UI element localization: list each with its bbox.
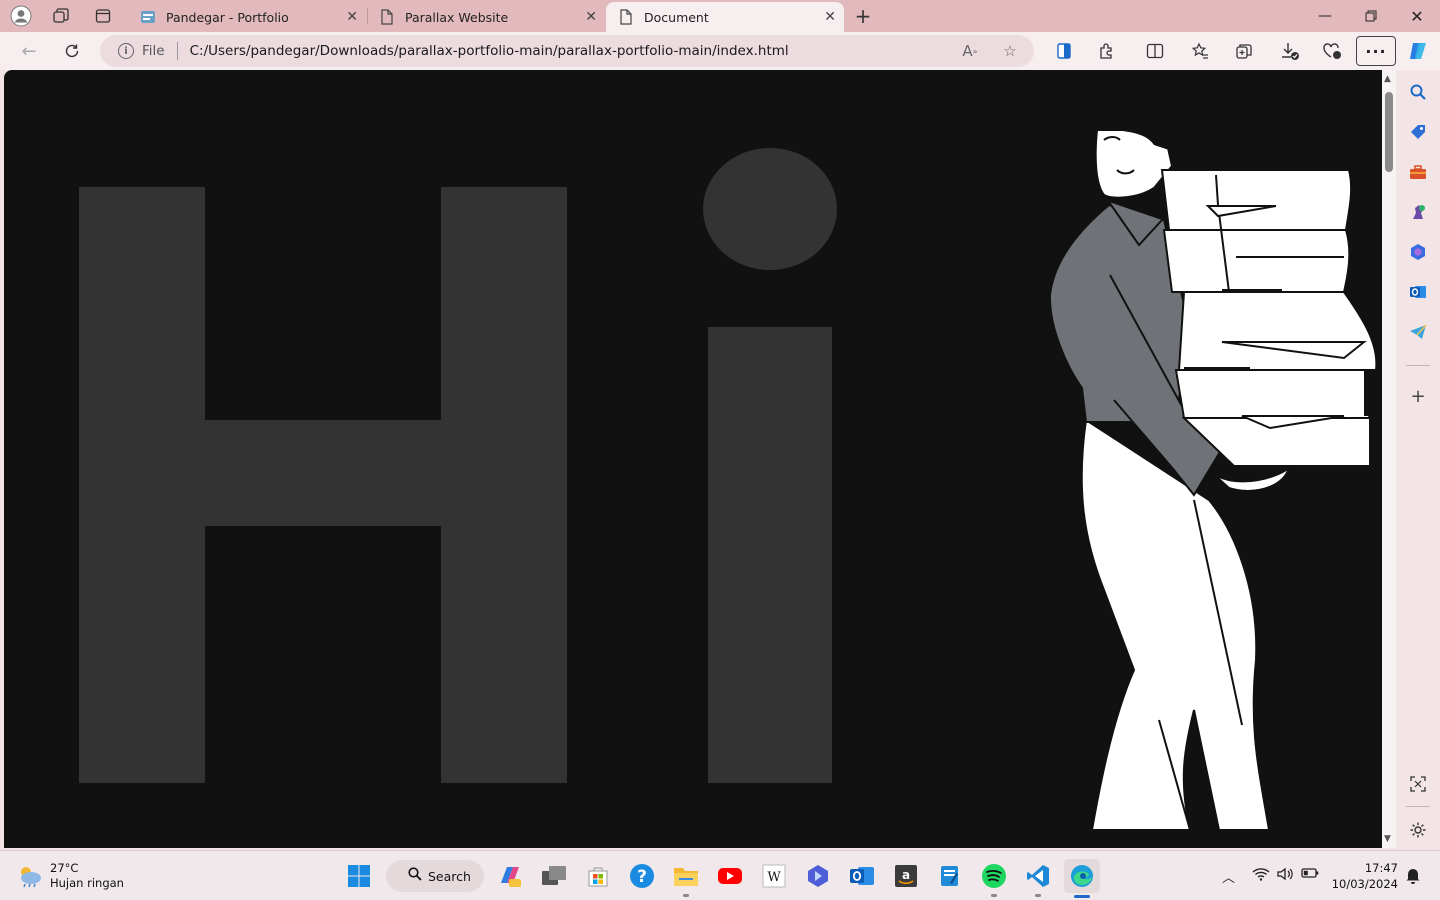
workspaces-icon[interactable]: [46, 2, 76, 30]
hero-graphic: [79, 85, 1382, 831]
vertical-tabs-icon[interactable]: [88, 2, 118, 30]
url-text[interactable]: C:/Users/pandegar/Downloads/parallax-por…: [190, 43, 789, 59]
clock-time: 17:47: [1364, 861, 1398, 875]
screenshot-icon[interactable]: [1406, 772, 1430, 796]
page-viewport: Hi: [4, 70, 1382, 848]
amazon-icon[interactable]: a: [890, 860, 922, 892]
address-bar[interactable]: i File C:/Users/pandegar/Downloads/paral…: [100, 35, 1034, 67]
toolbar: ← i File C:/Users/pandegar/Downloads/par…: [0, 32, 1440, 70]
outlook-icon[interactable]: [1406, 280, 1430, 304]
sidebar-app-icon[interactable]: [1050, 38, 1078, 64]
search-icon[interactable]: [1406, 80, 1430, 104]
system-clock[interactable]: 17:47 10/03/2024: [1330, 860, 1398, 892]
weather-widget[interactable]: 27°C Hujan ringan: [16, 861, 124, 891]
profile-icon[interactable]: [6, 2, 36, 30]
store-icon[interactable]: [582, 860, 614, 892]
scroll-down-arrow[interactable]: ▼: [1384, 834, 1391, 844]
scroll-up-arrow[interactable]: ▲: [1384, 74, 1391, 84]
person-illustration: [1048, 85, 1382, 831]
sidebar-divider: [1406, 365, 1430, 366]
telegram-icon[interactable]: [1406, 320, 1430, 344]
taskbar-search[interactable]: Search: [386, 860, 484, 892]
svg-text:a: a: [902, 868, 910, 882]
close-window-button[interactable]: ✕: [1394, 0, 1440, 32]
tab-title: Pandegar - Portfolio: [166, 9, 289, 25]
toolbox-icon[interactable]: [1406, 160, 1430, 184]
collections-icon[interactable]: [1230, 38, 1258, 64]
notification-bell-icon[interactable]: [1405, 866, 1421, 888]
settings-icon[interactable]: [1406, 818, 1430, 842]
scheme-label: File: [142, 43, 165, 59]
favorites-icon[interactable]: [1186, 38, 1214, 64]
restore-button[interactable]: [1348, 0, 1394, 32]
document-icon: [379, 9, 395, 25]
weather-temp: 27°C: [50, 861, 79, 875]
active-indicator: [1074, 895, 1090, 898]
new-tab-button[interactable]: +: [850, 4, 876, 28]
copilot-app-icon[interactable]: [494, 860, 526, 892]
chess-icon[interactable]: [1406, 200, 1430, 224]
close-tab-icon[interactable]: ✕: [346, 9, 358, 25]
favorite-star-icon[interactable]: ☆: [1000, 41, 1020, 61]
tab-parallax[interactable]: Parallax Website ✕: [367, 2, 605, 32]
scrollbar-thumb[interactable]: [1385, 92, 1393, 172]
minimize-button[interactable]: —: [1302, 0, 1348, 32]
wikipedia-icon[interactable]: W: [758, 860, 790, 892]
svg-text:?: ?: [637, 867, 647, 887]
site-favicon-icon: [140, 9, 156, 25]
weather-cloud-icon: [21, 867, 41, 888]
edge-icon[interactable]: [1064, 859, 1100, 898]
running-indicator: [683, 894, 689, 897]
extensions-icon[interactable]: [1093, 38, 1121, 64]
divider: [176, 42, 178, 60]
file-explorer-icon[interactable]: [670, 860, 702, 897]
clock-date: 10/03/2024: [1331, 877, 1398, 891]
copilot-icon[interactable]: [1406, 240, 1430, 264]
tab-document[interactable]: Document ✕: [606, 2, 844, 32]
volume-icon[interactable]: [1277, 867, 1293, 885]
add-icon[interactable]: +: [1406, 384, 1430, 408]
read-aloud-icon[interactable]: A»: [960, 41, 980, 61]
close-tab-icon[interactable]: ✕: [824, 9, 836, 25]
running-indicator: [1035, 894, 1041, 897]
close-tab-icon[interactable]: ✕: [585, 9, 597, 25]
windows-taskbar: 27°C Hujan ringan Search ? W a ︿ 17:47 1…: [0, 850, 1440, 900]
copilot-icon[interactable]: [1404, 38, 1432, 64]
wifi-icon[interactable]: [1252, 867, 1270, 885]
vscode-icon[interactable]: [1022, 860, 1054, 897]
youtube-icon[interactable]: [714, 860, 746, 892]
more-menu-button[interactable]: ···: [1356, 36, 1396, 66]
chevron-up-icon[interactable]: ︿: [1222, 867, 1235, 886]
refresh-button[interactable]: [57, 37, 87, 65]
task-view-icon[interactable]: [538, 860, 570, 892]
edge-sidebar: +: [1396, 70, 1440, 850]
battery-icon[interactable]: [1301, 867, 1319, 883]
page-scrollbar[interactable]: ▲ ▼: [1382, 70, 1396, 848]
tab-portfolio[interactable]: Pandegar - Portfolio ✕: [128, 2, 366, 32]
tab-title: Document: [644, 9, 709, 25]
search-label: Search: [428, 868, 471, 884]
tag-icon[interactable]: [1406, 120, 1430, 144]
document-icon: [618, 9, 634, 25]
weather-desc: Hujan ringan: [50, 876, 124, 890]
info-icon[interactable]: i: [118, 43, 134, 59]
outlook-icon[interactable]: [846, 860, 878, 892]
split-screen-icon[interactable]: [1141, 38, 1169, 64]
performance-icon[interactable]: [1318, 38, 1346, 64]
bing-icon[interactable]: [802, 860, 834, 892]
windows-start-icon[interactable]: [343, 860, 375, 892]
running-indicator: [991, 894, 997, 897]
sidebar-divider: [1406, 806, 1430, 807]
back-button[interactable]: ←: [14, 37, 44, 65]
downloads-icon[interactable]: [1276, 38, 1304, 64]
svg-text:W: W: [767, 870, 781, 885]
notepad-icon[interactable]: [934, 860, 966, 892]
spotify-icon[interactable]: [978, 860, 1010, 897]
search-icon: [408, 867, 422, 885]
help-icon[interactable]: ?: [626, 860, 658, 892]
tab-title: Parallax Website: [405, 9, 509, 25]
